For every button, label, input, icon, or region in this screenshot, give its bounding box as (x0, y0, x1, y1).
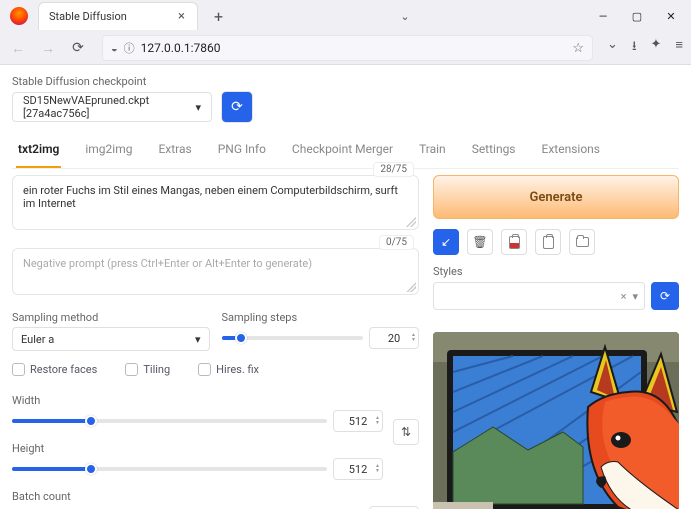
reload-button[interactable]: ⟳ (68, 38, 88, 58)
sampling-method-value: Euler a (21, 333, 54, 346)
sampling-steps-label: Sampling steps (222, 311, 420, 324)
height-input[interactable]: 512 ▲▼ (333, 458, 383, 480)
close-window-button[interactable]: ✕ (655, 4, 687, 28)
sampling-steps-slider[interactable] (222, 329, 364, 347)
batch-count-label: Batch count (12, 490, 419, 503)
tiling-checkbox[interactable]: Tiling (125, 363, 170, 376)
width-value: 512 (349, 415, 368, 428)
tab-close-icon[interactable]: × (176, 9, 187, 24)
browser-chrome: Stable Diffusion × + ⌄ — ▢ ✕ ← → ⟳ ◒ ⓘ 1… (0, 0, 691, 65)
arrow-action-button[interactable]: ↙ (433, 229, 459, 255)
chevron-down-icon: ▾ (195, 333, 201, 346)
sampling-steps-value: 20 (388, 332, 400, 345)
extensions-icon[interactable]: ✦ (651, 37, 662, 59)
hires-fix-checkbox[interactable]: Hires. fix (198, 363, 259, 376)
main-columns: 28/75 0/75 Sampling method Euler a ▾ (12, 175, 679, 509)
back-button[interactable]: ← (8, 38, 28, 58)
height-slider[interactable] (12, 460, 327, 478)
neg-prompt-token-count: 0/75 (379, 235, 414, 250)
restore-faces-checkbox[interactable]: Restore faces (12, 363, 97, 376)
restore-faces-label: Restore faces (30, 363, 97, 376)
tab-extensions[interactable]: Extensions (540, 136, 602, 168)
styles-select[interactable]: × ▾ (433, 282, 645, 310)
height-label: Height (12, 442, 383, 455)
browser-tab-title: Stable Diffusion (49, 10, 176, 23)
tab-train[interactable]: Train (417, 136, 448, 168)
styles-clear-icon[interactable]: × (621, 290, 627, 303)
sampling-method-select[interactable]: Euler a ▾ (12, 327, 210, 351)
firefox-logo-icon (10, 7, 28, 25)
stepper-icon[interactable]: ▲▼ (411, 333, 416, 343)
width-label: Width (12, 394, 383, 407)
styles-label: Styles (433, 265, 679, 278)
tab-settings[interactable]: Settings (470, 136, 518, 168)
negative-prompt-input[interactable] (13, 249, 418, 291)
styles-row: × ▾ ⟳ (433, 282, 679, 310)
checkpoint-refresh-button[interactable]: ⟳ (222, 92, 252, 122)
hires-fix-label: Hires. fix (216, 363, 259, 376)
height-control: 512 ▲▼ (12, 458, 383, 480)
forward-button[interactable]: → (38, 38, 58, 58)
info-icon: ⓘ (124, 40, 135, 56)
browser-toolbar-icons: ⌄ ⭳ ✦ ≡ (607, 37, 683, 59)
clipboard-button-1[interactable] (501, 229, 527, 255)
sampling-steps-control: 20 ▲▼ (222, 327, 420, 349)
chevron-down-icon: ▾ (195, 101, 201, 114)
new-tab-button[interactable]: + (206, 3, 231, 30)
address-bar[interactable]: ◒ ⓘ 127.0.0.1:7860 ☆ (102, 35, 593, 61)
prompt-token-count: 28/75 (373, 162, 414, 177)
checkpoint-value: SD15NewVAEpruned.ckpt [27a4ac756c] (23, 94, 195, 120)
ui-tabs: txt2imgimg2imgExtrasPNG InfoCheckpoint M… (12, 136, 679, 169)
bookmark-star-icon[interactable]: ☆ (572, 41, 584, 56)
trash-button[interactable]: 🗑 (467, 229, 493, 255)
left-column: 28/75 0/75 Sampling method Euler a ▾ (12, 175, 419, 509)
styles-refresh-button[interactable]: ⟳ (651, 282, 679, 310)
downloads-icon[interactable]: ⭳ (632, 37, 637, 59)
generate-button[interactable]: Generate (433, 175, 679, 219)
maximize-button[interactable]: ▢ (621, 4, 653, 28)
sampling-row: Sampling method Euler a ▾ Sampling steps (12, 301, 419, 351)
window-controls: — ▢ ✕ (587, 4, 687, 28)
url-text: 127.0.0.1:7860 (141, 41, 567, 55)
stepper-icon[interactable]: ▲▼ (375, 416, 380, 426)
sampling-steps-input[interactable]: 20 ▲▼ (369, 327, 419, 349)
negative-prompt-box: 0/75 (12, 248, 419, 295)
output-preview[interactable] (433, 332, 679, 509)
sampling-method-label: Sampling method (12, 311, 210, 324)
width-height-row: Width 512 ▲▼ Height 512 ▲▼ (12, 384, 419, 480)
tab-dropdown-icon[interactable]: ⌄ (400, 10, 409, 23)
shield-icon: ◒ (111, 42, 118, 55)
chevron-down-icon: ▾ (632, 290, 638, 303)
address-bar-row: ← → ⟳ ◒ ⓘ 127.0.0.1:7860 ☆ ⌄ ⭳ ✦ ≡ (0, 32, 691, 64)
stepper-icon[interactable]: ▲▼ (375, 464, 380, 474)
swap-wh-button[interactable]: ⇅ (393, 419, 419, 445)
tiling-label: Tiling (143, 363, 170, 376)
checkpoint-label: Stable Diffusion checkpoint (12, 75, 679, 88)
generated-image (433, 332, 679, 509)
page-content: Stable Diffusion checkpoint SD15NewVAEpr… (0, 65, 691, 509)
action-row: ↙ 🗑 (433, 229, 679, 255)
width-slider[interactable] (12, 412, 327, 430)
browser-tab[interactable]: Stable Diffusion × (38, 2, 198, 30)
tab-png-info[interactable]: PNG Info (216, 136, 268, 168)
pocket-icon[interactable]: ⌄ (607, 37, 618, 59)
prompt-input[interactable] (13, 176, 418, 226)
tab-bar: Stable Diffusion × + ⌄ — ▢ ✕ (0, 0, 691, 32)
right-column: Generate ↙ 🗑 Styles × ▾ ⟳ (433, 175, 679, 509)
height-value: 512 (349, 463, 368, 476)
checkpoint-select[interactable]: SD15NewVAEpruned.ckpt [27a4ac756c] ▾ (12, 92, 212, 122)
width-control: 512 ▲▼ (12, 410, 383, 432)
tab-extras[interactable]: Extras (156, 136, 193, 168)
checkbox-row: Restore faces Tiling Hires. fix (12, 363, 419, 376)
folder-button[interactable] (569, 229, 595, 255)
menu-icon[interactable]: ≡ (675, 37, 683, 59)
checkpoint-row: SD15NewVAEpruned.ckpt [27a4ac756c] ▾ ⟳ (12, 92, 679, 122)
prompt-box: 28/75 (12, 175, 419, 230)
tab-txt2img[interactable]: txt2img (16, 136, 61, 168)
clipboard-button-2[interactable] (535, 229, 561, 255)
minimize-button[interactable]: — (587, 4, 619, 28)
width-input[interactable]: 512 ▲▼ (333, 410, 383, 432)
tab-img2img[interactable]: img2img (83, 136, 134, 168)
